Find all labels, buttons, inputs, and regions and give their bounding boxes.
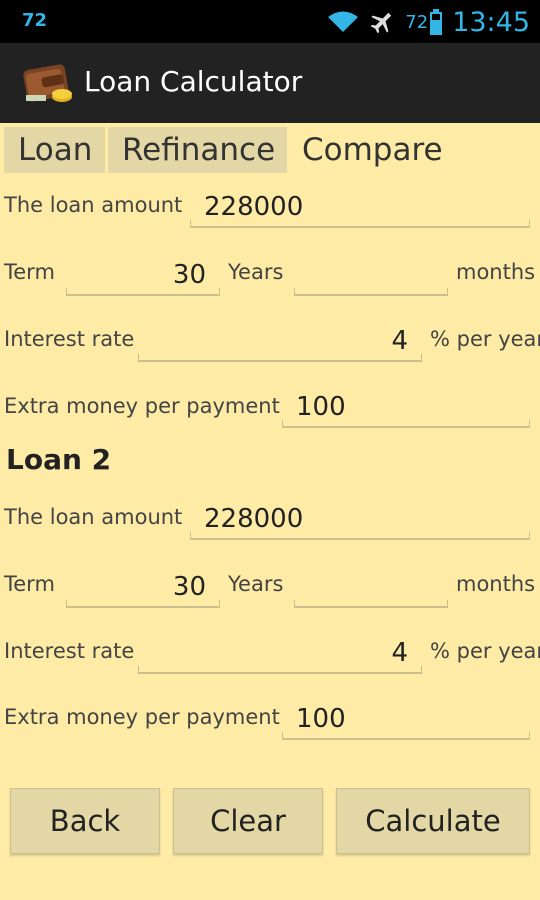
loan1-rate-value: 4 xyxy=(391,326,408,356)
status-icons: 72 13:45 xyxy=(327,4,530,40)
field-underline xyxy=(66,288,220,296)
clock: 13:45 xyxy=(452,6,530,38)
loan1-term-years-field[interactable]: 30 xyxy=(66,256,220,296)
loan1-term-months-field[interactable] xyxy=(294,256,448,296)
loan1-amount-field[interactable]: 228000 xyxy=(190,188,530,228)
field-underline xyxy=(138,666,422,674)
field-underline xyxy=(282,732,530,740)
loan1-months-label: months xyxy=(456,260,536,284)
airplane-icon xyxy=(369,9,395,35)
tab-bar: Loan Refinance Compare xyxy=(0,125,540,175)
loan2-amount-value: 228000 xyxy=(204,504,304,534)
loan1-term-years-value: 30 xyxy=(172,260,206,290)
action-bar: Loan Calculator xyxy=(0,43,540,123)
loan1-extra-field[interactable]: 100 xyxy=(282,388,530,428)
loan2-amount-field[interactable]: 228000 xyxy=(190,500,530,540)
status-bar: 72 72 13:45 xyxy=(0,0,540,43)
battery-icon xyxy=(430,9,443,35)
loan2-extra-field[interactable]: 100 xyxy=(282,700,530,740)
loan2-term-years-field[interactable]: 30 xyxy=(66,568,220,608)
loan1-years-label: Years xyxy=(228,260,284,284)
loan1-extra-value: 100 xyxy=(296,392,346,422)
wallet-icon xyxy=(22,55,76,109)
back-button[interactable]: Back xyxy=(10,788,160,854)
loan2-rate-unit: % per year xyxy=(430,639,540,663)
notification-count: 72 xyxy=(22,10,48,31)
loan1-rate-field[interactable]: 4 xyxy=(138,322,422,362)
field-underline xyxy=(66,600,220,608)
field-underline xyxy=(138,354,422,362)
loan1-amount-value: 228000 xyxy=(204,192,304,222)
loan1-term-label: Term xyxy=(4,260,55,284)
loan2-amount-label: The loan amount xyxy=(4,505,183,529)
loan1-rate-unit: % per year xyxy=(430,327,540,351)
loan2-term-months-field[interactable] xyxy=(294,568,448,608)
field-underline xyxy=(294,600,448,608)
wifi-icon xyxy=(327,10,359,34)
loan2-term-years-value: 30 xyxy=(172,572,206,602)
loan2-rate-field[interactable]: 4 xyxy=(138,634,422,674)
field-underline xyxy=(190,220,530,228)
tab-refinance[interactable]: Refinance xyxy=(108,127,287,173)
loan2-years-label: Years xyxy=(228,572,284,596)
loan2-rate-label: Interest rate xyxy=(4,639,135,663)
battery-level: 72 xyxy=(405,11,429,33)
calculate-button[interactable]: Calculate xyxy=(336,788,530,854)
loan2-rate-value: 4 xyxy=(391,638,408,668)
loan2-extra-label: Extra money per payment xyxy=(4,705,280,729)
loan2-months-label: months xyxy=(456,572,536,596)
loan1-extra-label: Extra money per payment xyxy=(4,394,280,418)
loan1-rate-label: Interest rate xyxy=(4,327,135,351)
loan2-term-label: Term xyxy=(4,572,55,596)
tab-loan[interactable]: Loan xyxy=(4,127,105,173)
loan1-amount-label: The loan amount xyxy=(4,193,183,217)
loan2-extra-value: 100 xyxy=(296,704,346,734)
tab-compare[interactable]: Compare xyxy=(288,127,458,173)
app-title: Loan Calculator xyxy=(84,65,303,98)
field-underline xyxy=(294,288,448,296)
field-underline xyxy=(282,420,530,428)
clear-button[interactable]: Clear xyxy=(173,788,323,854)
field-underline xyxy=(190,532,530,540)
loan2-title: Loan 2 xyxy=(6,443,112,476)
